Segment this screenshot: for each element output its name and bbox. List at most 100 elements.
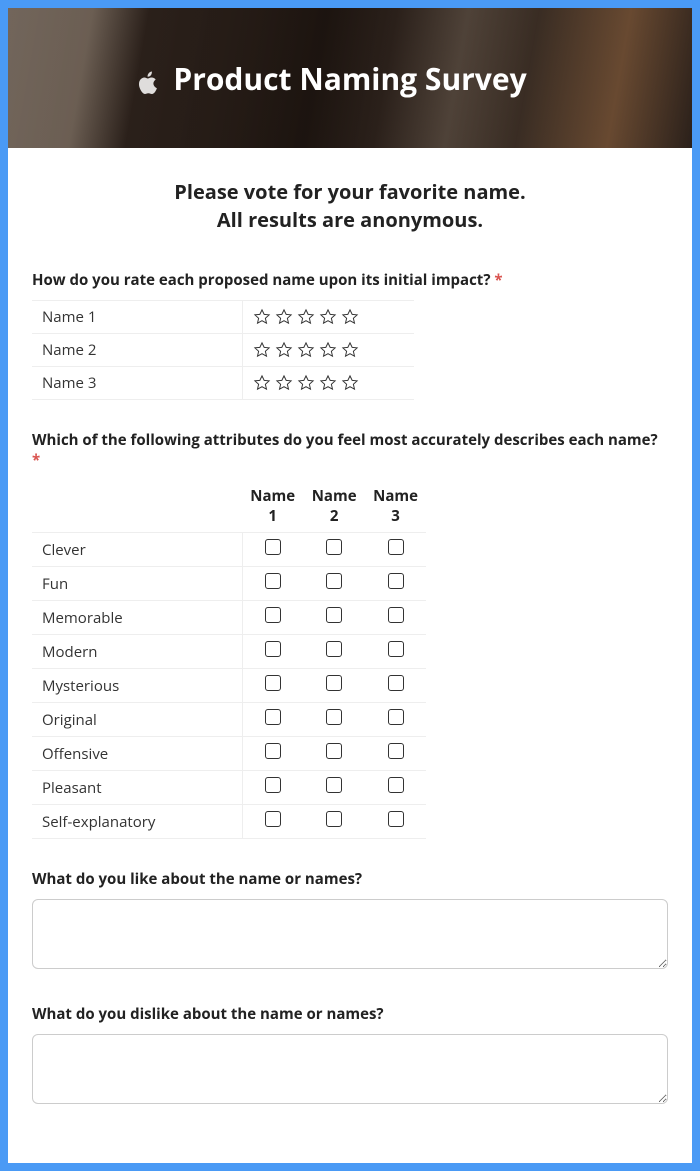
matrix-column-header: Name 3 <box>365 480 426 533</box>
star-icon[interactable] <box>319 308 337 326</box>
matrix-row: Modern <box>32 635 426 669</box>
rating-table: Name 1Name 2Name 3 <box>32 300 414 400</box>
matrix-row-label: Memorable <box>32 601 242 635</box>
checkbox[interactable] <box>326 641 342 657</box>
matrix-cell <box>242 703 303 737</box>
question-rating-label: How do you rate each proposed name upon … <box>32 270 668 290</box>
rating-row-label: Name 1 <box>32 301 242 334</box>
required-marker: * <box>32 450 40 470</box>
star-icon[interactable] <box>253 308 271 326</box>
rating-row-label: Name 2 <box>32 334 242 367</box>
checkbox[interactable] <box>388 675 404 691</box>
matrix-cell <box>242 771 303 805</box>
checkbox[interactable] <box>265 675 281 691</box>
intro-text: Please vote for your favorite name. All … <box>32 178 668 234</box>
matrix-row-label: Offensive <box>32 737 242 771</box>
rating-stars-cell <box>242 367 414 400</box>
matrix-row-label: Fun <box>32 567 242 601</box>
matrix-row-label: Pleasant <box>32 771 242 805</box>
matrix-row: Offensive <box>32 737 426 771</box>
star-icon[interactable] <box>275 308 293 326</box>
intro-line-1: Please vote for your favorite name. <box>32 178 668 206</box>
question-rating: How do you rate each proposed name upon … <box>32 270 668 400</box>
checkbox[interactable] <box>265 777 281 793</box>
checkbox[interactable] <box>388 641 404 657</box>
survey-content: Please vote for your favorite name. All … <box>8 148 692 1163</box>
star-icon[interactable] <box>275 374 293 392</box>
matrix-header-blank <box>32 480 242 533</box>
matrix-cell <box>303 737 364 771</box>
apple-logo-icon <box>138 70 160 101</box>
question-attributes: Which of the following attributes do you… <box>32 430 668 839</box>
checkbox[interactable] <box>388 573 404 589</box>
checkbox[interactable] <box>388 709 404 725</box>
checkbox[interactable] <box>265 709 281 725</box>
survey-page: Product Naming Survey Please vote for yo… <box>8 8 692 1163</box>
matrix-row: Clever <box>32 533 426 567</box>
checkbox[interactable] <box>388 777 404 793</box>
checkbox[interactable] <box>326 709 342 725</box>
matrix-cell <box>303 635 364 669</box>
matrix-cell <box>303 533 364 567</box>
matrix-cell <box>365 703 426 737</box>
matrix-cell <box>242 567 303 601</box>
matrix-cell <box>365 567 426 601</box>
checkbox[interactable] <box>326 573 342 589</box>
checkbox[interactable] <box>326 743 342 759</box>
checkbox[interactable] <box>388 811 404 827</box>
checkbox[interactable] <box>265 743 281 759</box>
matrix-row: Self-explanatory <box>32 805 426 839</box>
matrix-cell <box>303 601 364 635</box>
checkbox[interactable] <box>388 743 404 759</box>
matrix-row-label: Self-explanatory <box>32 805 242 839</box>
matrix-cell <box>365 533 426 567</box>
checkbox[interactable] <box>326 607 342 623</box>
star-icon[interactable] <box>253 341 271 359</box>
matrix-cell <box>242 669 303 703</box>
checkbox[interactable] <box>265 539 281 555</box>
rating-row: Name 1 <box>32 301 414 334</box>
star-icon[interactable] <box>275 341 293 359</box>
matrix-row: Original <box>32 703 426 737</box>
rating-row: Name 3 <box>32 367 414 400</box>
matrix-row: Mysterious <box>32 669 426 703</box>
checkbox[interactable] <box>326 675 342 691</box>
star-icon[interactable] <box>253 374 271 392</box>
question-attributes-text: Which of the following attributes do you… <box>32 430 658 450</box>
matrix-column-header: Name 1 <box>242 480 303 533</box>
matrix-row-label: Modern <box>32 635 242 669</box>
star-icon[interactable] <box>341 374 359 392</box>
hero-banner: Product Naming Survey <box>8 8 692 148</box>
star-icon[interactable] <box>341 341 359 359</box>
checkbox[interactable] <box>265 573 281 589</box>
checkbox[interactable] <box>326 811 342 827</box>
matrix-cell <box>242 805 303 839</box>
matrix-cell <box>365 805 426 839</box>
checkbox[interactable] <box>388 607 404 623</box>
matrix-cell <box>365 635 426 669</box>
checkbox[interactable] <box>265 641 281 657</box>
like-textarea[interactable] <box>32 899 668 969</box>
rating-row-label: Name 3 <box>32 367 242 400</box>
star-icon[interactable] <box>341 308 359 326</box>
star-icon[interactable] <box>319 374 337 392</box>
checkbox[interactable] <box>326 539 342 555</box>
dislike-textarea[interactable] <box>32 1034 668 1104</box>
attributes-matrix: Name 1Name 2Name 3 CleverFunMemorableMod… <box>32 480 426 839</box>
star-icon[interactable] <box>297 308 315 326</box>
matrix-cell <box>365 737 426 771</box>
matrix-cell <box>303 805 364 839</box>
rating-row: Name 2 <box>32 334 414 367</box>
question-rating-text: How do you rate each proposed name upon … <box>32 270 490 290</box>
checkbox[interactable] <box>265 607 281 623</box>
matrix-cell <box>303 771 364 805</box>
question-dislike-label: What do you dislike about the name or na… <box>32 1004 668 1024</box>
checkbox[interactable] <box>388 539 404 555</box>
checkbox[interactable] <box>326 777 342 793</box>
question-like-label: What do you like about the name or names… <box>32 869 668 889</box>
matrix-cell <box>242 737 303 771</box>
star-icon[interactable] <box>297 341 315 359</box>
checkbox[interactable] <box>265 811 281 827</box>
star-icon[interactable] <box>297 374 315 392</box>
star-icon[interactable] <box>319 341 337 359</box>
